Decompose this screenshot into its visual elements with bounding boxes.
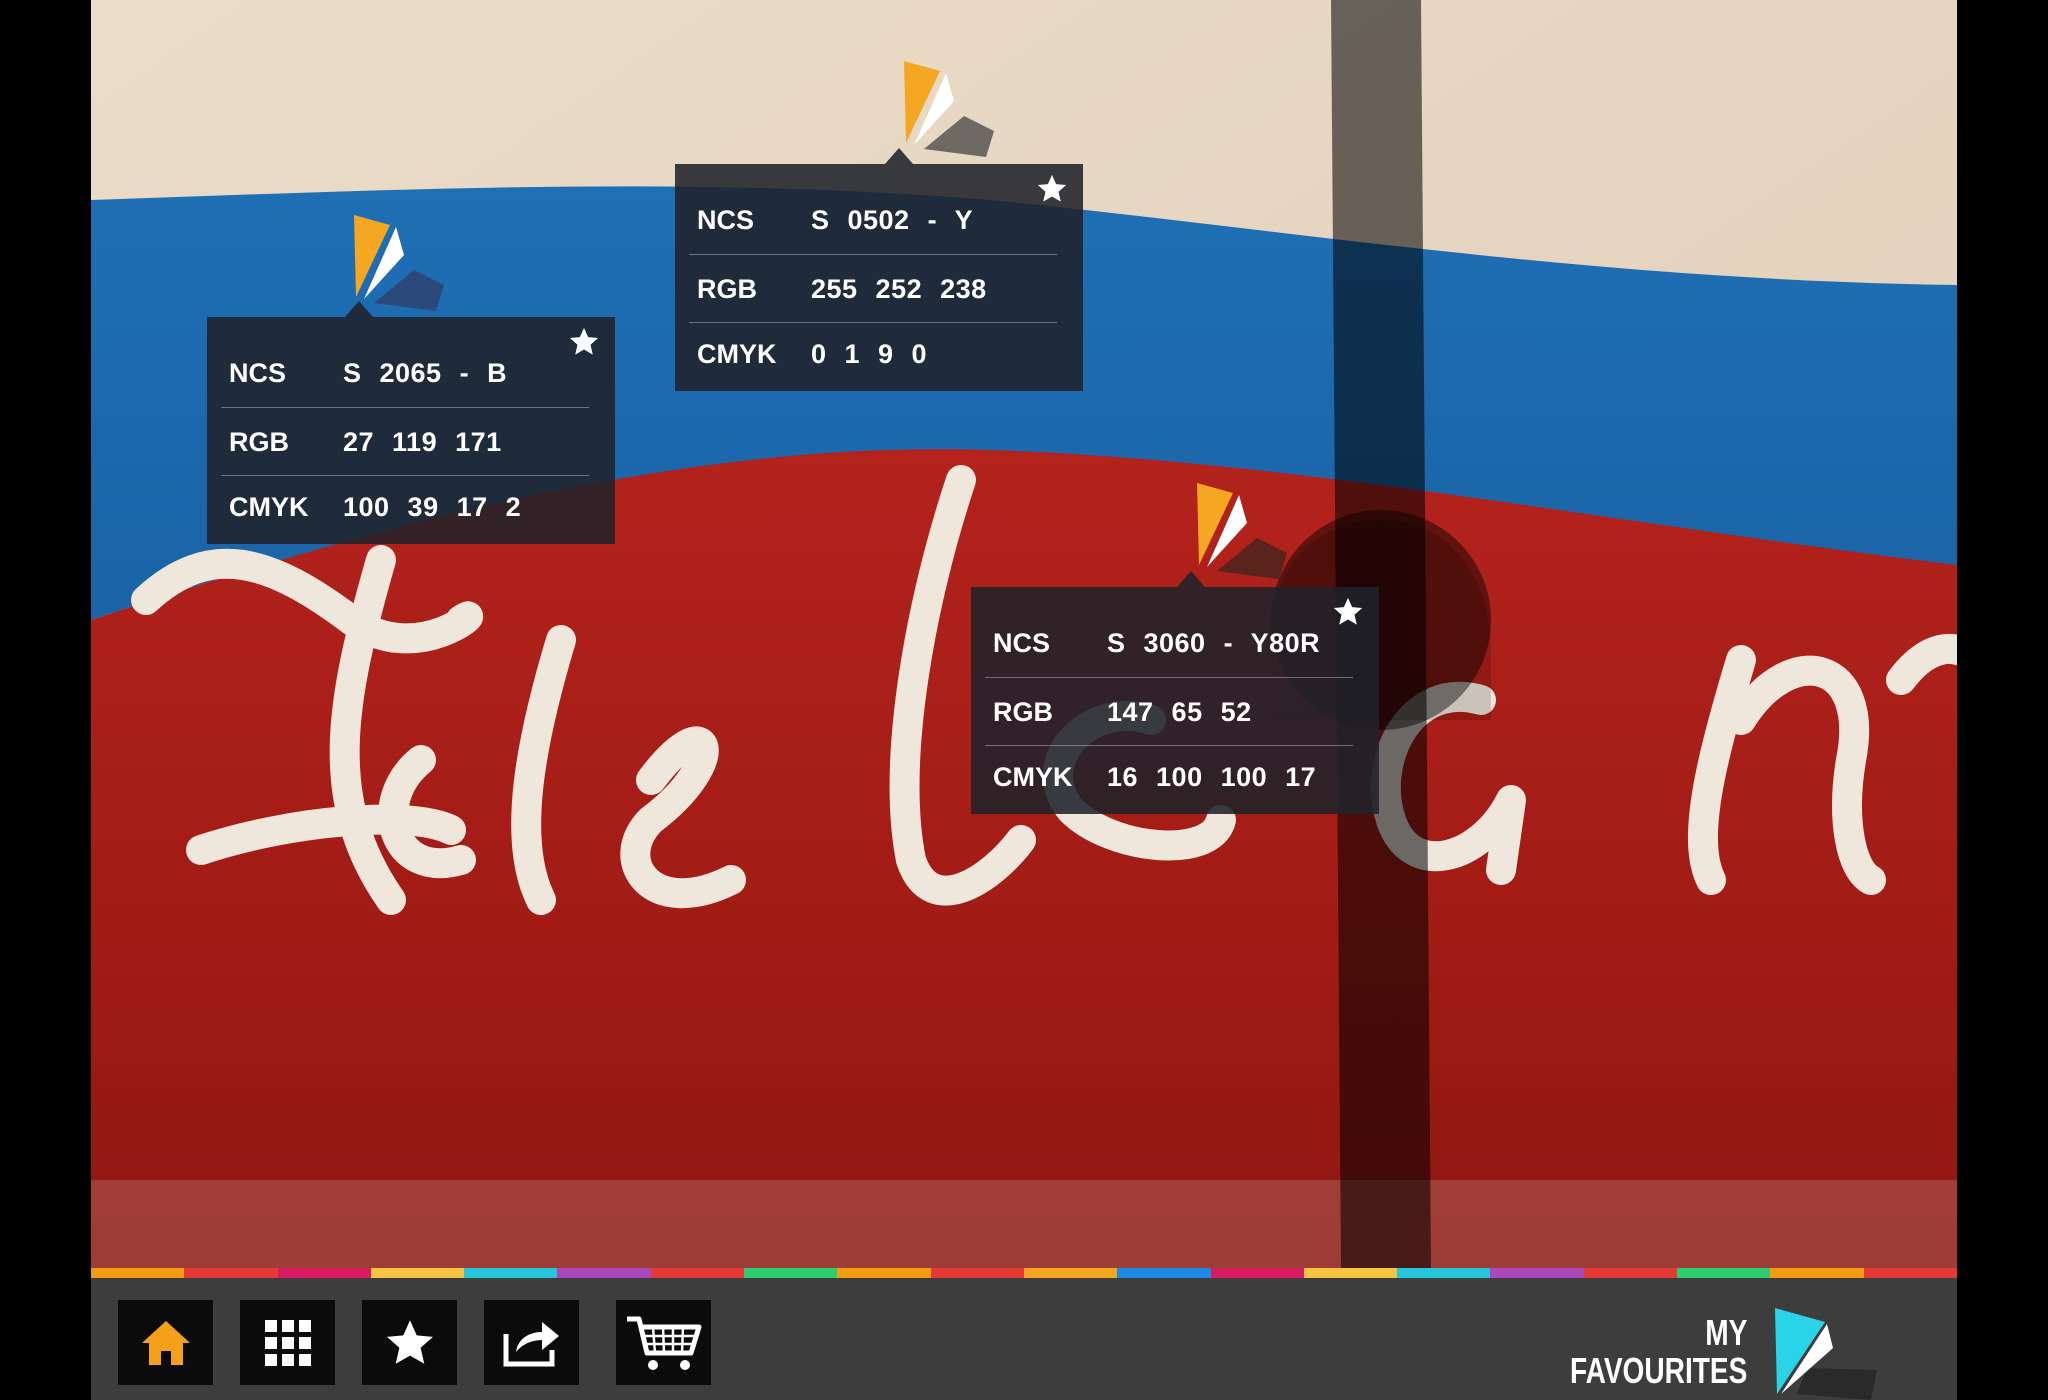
colour-pin-marker[interactable] xyxy=(894,61,1014,161)
rgb-row: RGB 255 252 238 xyxy=(689,254,1057,323)
favourites-button[interactable] xyxy=(362,1300,457,1385)
colour-pin-marker[interactable] xyxy=(1187,483,1307,583)
strip-segment xyxy=(1397,1268,1491,1278)
brand-text: MY FAVOURITES xyxy=(1570,1314,1747,1390)
strip-segment xyxy=(930,1268,1024,1278)
favourites-logo-icon xyxy=(1775,1308,1877,1400)
ncs-label: NCS xyxy=(993,627,1051,658)
rgb-row: RGB 147 65 52 xyxy=(985,677,1353,746)
swatch-pointer xyxy=(885,148,913,164)
ncs-row: NCS S 0502 - Y xyxy=(689,186,1057,254)
strip-segment xyxy=(1677,1268,1771,1278)
strip-segment xyxy=(837,1268,931,1278)
colour-strip xyxy=(91,1268,1957,1278)
rgb-value: 255 252 238 xyxy=(811,273,987,304)
strip-segment xyxy=(557,1268,651,1278)
grid-icon xyxy=(264,1319,311,1366)
cmyk-value: 0 1 9 0 xyxy=(811,338,928,369)
strip-segment xyxy=(1117,1268,1211,1278)
cart-icon xyxy=(626,1316,701,1370)
ncs-label: NCS xyxy=(697,204,755,235)
swatch-pointer xyxy=(345,301,373,317)
strip-segment xyxy=(1770,1268,1864,1278)
rgb-label: RGB xyxy=(697,273,757,304)
rgb-label: RGB xyxy=(993,696,1053,727)
cart-button[interactable] xyxy=(616,1300,711,1385)
cmyk-row: CMYK 16 100 100 17 xyxy=(985,745,1353,808)
strip-segment xyxy=(370,1268,465,1278)
home-button[interactable] xyxy=(118,1300,213,1385)
ncs-value: S 3060 - Y80R xyxy=(1107,627,1321,658)
strip-segment xyxy=(1863,1268,1957,1278)
strip-segment xyxy=(1583,1268,1678,1278)
ncs-value: S 2065 - B xyxy=(343,357,508,388)
strip-segment xyxy=(184,1268,278,1278)
bottom-toolbar: MY FAVOURITES xyxy=(91,1278,1957,1400)
share-icon xyxy=(503,1321,559,1366)
ncs-label: NCS xyxy=(229,357,287,388)
ncs-row: NCS S 3060 - Y80R xyxy=(985,609,1353,677)
strip-segment xyxy=(1210,1268,1304,1278)
swatch-card-cream[interactable]: NCS S 0502 - Y RGB 255 252 238 CMYK 0 1 … xyxy=(675,148,1083,391)
ncs-value: S 0502 - Y xyxy=(811,204,974,235)
rgb-value: 147 65 52 xyxy=(1107,696,1252,727)
star-icon xyxy=(386,1319,433,1364)
cmyk-label: CMYK xyxy=(229,491,309,522)
strip-segment xyxy=(277,1268,371,1278)
strip-segment xyxy=(464,1268,558,1278)
strip-segment xyxy=(1490,1268,1584,1278)
cmyk-label: CMYK xyxy=(993,761,1073,792)
share-button[interactable] xyxy=(484,1300,579,1385)
swatch-card-blue[interactable]: NCS S 2065 - B RGB 27 119 171 CMYK 100 3… xyxy=(207,301,615,544)
colour-pin-marker[interactable] xyxy=(344,215,464,315)
strip-segment xyxy=(1023,1268,1118,1278)
strip-segment xyxy=(744,1268,838,1278)
rgb-value: 27 119 171 xyxy=(343,426,502,457)
grid-button[interactable] xyxy=(240,1300,335,1385)
rgb-label: RGB xyxy=(229,426,289,457)
brand-line-2: FAVOURITES xyxy=(1569,1350,1747,1391)
photo-canvas[interactable]: NCS S 2065 - B RGB 27 119 171 CMYK 100 3… xyxy=(91,0,1957,1268)
swatch-pointer xyxy=(1177,571,1205,587)
cmyk-label: CMYK xyxy=(697,338,777,369)
strip-segment xyxy=(91,1268,185,1278)
rgb-row: RGB 27 119 171 xyxy=(221,407,589,476)
brand-line-1: MY xyxy=(1704,1312,1747,1353)
swatch-card-red[interactable]: NCS S 3060 - Y80R RGB 147 65 52 CMYK 16 … xyxy=(971,571,1379,814)
cmyk-row: CMYK 0 1 9 0 xyxy=(689,322,1057,385)
strip-segment xyxy=(650,1268,745,1278)
strip-segment xyxy=(1303,1268,1398,1278)
home-icon xyxy=(141,1320,190,1365)
cmyk-value: 16 100 100 17 xyxy=(1107,761,1317,792)
my-favourites-brand[interactable]: MY FAVOURITES xyxy=(1557,1294,1897,1400)
cmyk-value: 100 39 17 2 xyxy=(343,491,522,522)
ncs-row: NCS S 2065 - B xyxy=(221,339,589,407)
cmyk-row: CMYK 100 39 17 2 xyxy=(221,475,589,538)
